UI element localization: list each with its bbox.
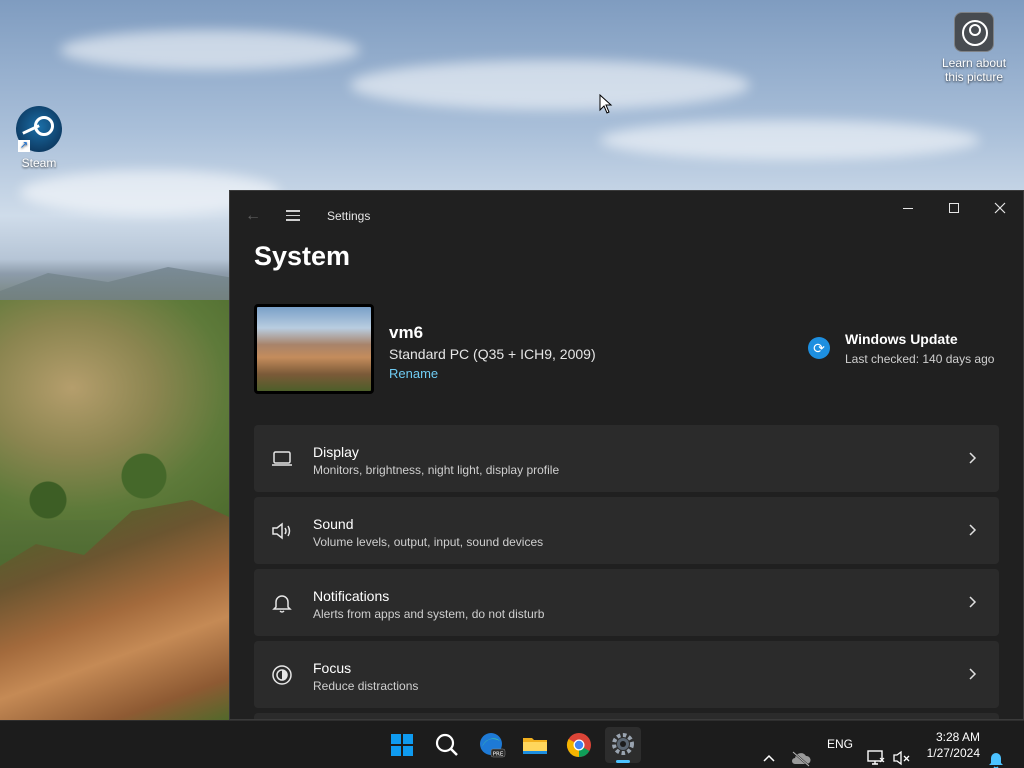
chrome-icon (567, 733, 591, 758)
settings-item-display[interactable]: Display Monitors, brightness, night ligh… (254, 425, 999, 492)
cloud (60, 30, 360, 70)
desktop-shortcut-learn-about-picture[interactable]: Learn about this picture (934, 12, 1014, 84)
shortcut-arrow-icon: ↗ (18, 140, 30, 152)
settings-item-sound[interactable]: Sound Volume levels, output, input, soun… (254, 497, 999, 564)
speaker-icon (272, 522, 291, 540)
windows-update-icon[interactable]: ⟳ (808, 337, 830, 359)
settings-item-title: Sound (313, 516, 354, 532)
file-explorer-icon (523, 738, 547, 754)
maximize-button[interactable] (931, 191, 977, 223)
back-arrow-icon[interactable]: ← (242, 205, 264, 227)
chevron-right-icon (969, 524, 977, 536)
taskbar: PRE ENG 3:28 AM 1/27/2024 (0, 720, 1024, 768)
windows-update-status: Last checked: 140 days ago (845, 352, 995, 366)
page-title: System (254, 241, 351, 271)
chevron-right-icon (969, 596, 977, 608)
laptop-icon (272, 451, 292, 466)
close-icon (994, 202, 1006, 214)
chevron-right-icon (969, 452, 977, 464)
device-wallpaper-thumbnail (254, 304, 374, 394)
cloud (350, 60, 750, 110)
windows-logo-icon (391, 734, 413, 756)
bell-icon (272, 595, 292, 613)
settings-item-title: Notifications (313, 588, 390, 604)
desktop-icon-label: Steam (21, 156, 57, 170)
hamburger-menu-icon[interactable] (282, 205, 304, 227)
settings-item-subtitle: Volume levels, output, input, sound devi… (313, 535, 544, 549)
volume-muted-icon[interactable] (892, 734, 912, 768)
file-explorer-app[interactable] (517, 727, 553, 763)
settings-item-title: Display (313, 444, 359, 460)
cloud (600, 120, 980, 160)
settings-item-subtitle: Reduce distractions (313, 679, 419, 693)
svg-text:PRE: PRE (493, 752, 504, 758)
settings-item-notifications[interactable]: Notifications Alerts from apps and syste… (254, 569, 999, 636)
search-icon (435, 733, 458, 756)
date: 1/27/2024 (926, 746, 980, 760)
minimize-icon (903, 207, 913, 209)
search-button[interactable] (429, 727, 465, 763)
network-icon[interactable] (866, 734, 886, 768)
time: 3:28 AM (935, 730, 980, 744)
rename-link[interactable]: Rename (389, 366, 438, 381)
windows-update-title[interactable]: Windows Update (845, 331, 958, 347)
desktop-shortcut-steam[interactable]: ↗ Steam (0, 106, 79, 170)
app-title: Settings (327, 209, 371, 223)
close-button[interactable] (977, 191, 1023, 223)
settings-item-partial[interactable] (254, 713, 999, 719)
title-bar[interactable]: ← Settings (230, 191, 1023, 239)
clock[interactable]: 3:28 AM 1/27/2024 (927, 729, 980, 761)
onedrive-offline-icon[interactable] (790, 735, 812, 768)
settings-item-subtitle: Monitors, brightness, night light, displ… (313, 463, 560, 477)
settings-item-subtitle: Alerts from apps and system, do not dist… (313, 607, 545, 621)
notification-bell-icon[interactable] (987, 735, 1005, 768)
camera-info-icon (954, 12, 994, 52)
desktop-icon-label: Learn about this picture (941, 56, 1007, 84)
active-indicator (616, 760, 630, 763)
settings-icon (612, 733, 634, 755)
edge-icon: PRE (480, 733, 506, 758)
settings-item-title: Focus (313, 660, 352, 676)
device-model: Standard PC (Q35 + ICH9, 2009) (389, 346, 596, 362)
minimize-button[interactable] (885, 191, 931, 223)
focus-icon (272, 665, 292, 685)
chrome-app[interactable] (561, 727, 597, 763)
settings-window: ← Settings System vm6 Standard PC (Q35 +… (229, 190, 1024, 720)
maximize-icon (949, 203, 959, 214)
device-name: vm6 (389, 323, 424, 342)
settings-item-focus[interactable]: Focus Reduce distractions (254, 641, 999, 708)
settings-app[interactable] (605, 727, 641, 763)
chevron-up-icon[interactable] (760, 735, 778, 768)
settings-list: Display Monitors, brightness, night ligh… (254, 425, 999, 719)
chevron-right-icon (969, 668, 977, 680)
language-indicator[interactable]: ENG (827, 737, 853, 751)
edge-app[interactable]: PRE (474, 727, 510, 763)
steam-icon: ↗ (16, 106, 62, 152)
start-button[interactable] (384, 727, 420, 763)
